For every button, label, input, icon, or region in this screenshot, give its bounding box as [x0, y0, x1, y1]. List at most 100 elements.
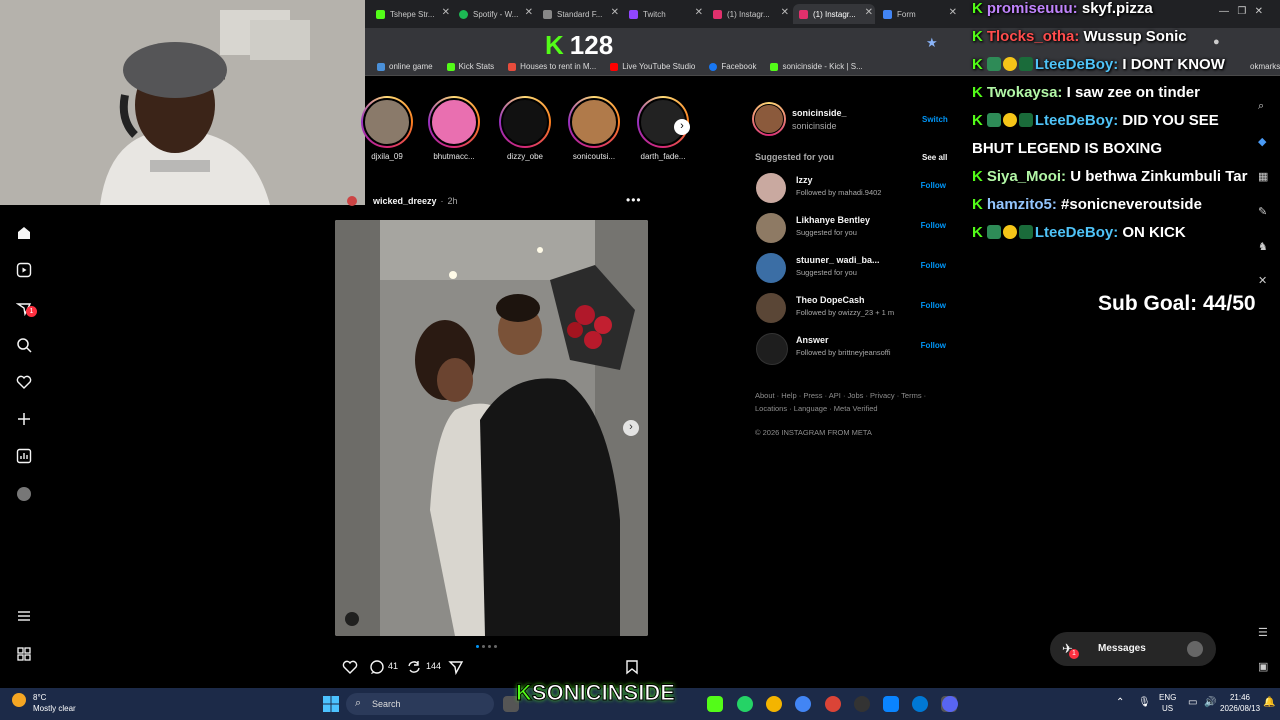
- clock-date[interactable]: 2026/08/13: [1220, 704, 1260, 713]
- chrome-profile-icon[interactable]: [795, 696, 811, 712]
- story-item[interactable]: dizzy_obe: [495, 96, 555, 161]
- messages-button[interactable]: ✈ 1 Messages: [1050, 632, 1216, 666]
- volume-icon[interactable]: 🔊: [1204, 697, 1216, 708]
- bookmark-item[interactable]: Live YouTube Studio: [610, 62, 695, 71]
- more-options-icon[interactable]: •••: [626, 193, 642, 207]
- account-username[interactable]: sonicinside_: [792, 108, 847, 118]
- apps-icon[interactable]: [14, 644, 34, 664]
- microphone-icon[interactable]: 🎙: [1138, 697, 1151, 708]
- browser-tab[interactable]: Form ✕: [877, 4, 959, 24]
- suggestion-avatar[interactable]: [756, 253, 786, 283]
- bookmark-item[interactable]: Kick Stats: [446, 62, 494, 71]
- tagged-user-icon[interactable]: [345, 612, 359, 626]
- account-avatar[interactable]: [752, 102, 786, 136]
- chat-message-continued: BHUT LEGEND IS BOXING: [972, 140, 1163, 157]
- follow-button[interactable]: Follow: [921, 181, 946, 190]
- suggestion-avatar[interactable]: [756, 213, 786, 243]
- notifications-icon[interactable]: 🔔: [1263, 697, 1275, 708]
- search-icon[interactable]: ⌕: [1258, 100, 1264, 113]
- tools-icon[interactable]: ◆: [1258, 135, 1266, 148]
- profile-icon[interactable]: ●: [1213, 36, 1220, 48]
- browser-tab[interactable]: (1) Instagr... ✕: [707, 4, 791, 24]
- like-icon[interactable]: [342, 659, 358, 680]
- app-icon[interactable]: [883, 696, 899, 712]
- comment-icon[interactable]: [369, 659, 385, 680]
- lang-region[interactable]: US: [1162, 704, 1173, 713]
- close-tab-icon[interactable]: ✕: [695, 7, 703, 18]
- bookmark-item[interactable]: online game: [377, 62, 433, 71]
- whatsapp-icon[interactable]: [737, 696, 753, 712]
- star-bookmark-icon[interactable]: ★: [926, 35, 938, 51]
- post-next-icon[interactable]: ›: [623, 420, 639, 436]
- games-icon[interactable]: ♞: [1258, 240, 1268, 253]
- close-tab-icon[interactable]: ✕: [442, 7, 450, 18]
- share-icon[interactable]: [448, 659, 464, 680]
- suggestion-avatar[interactable]: [756, 333, 788, 365]
- repost-icon[interactable]: [406, 659, 422, 680]
- menu-icon[interactable]: [14, 606, 34, 626]
- footer-links-2[interactable]: Locations · Language · Meta Verified: [755, 404, 878, 413]
- close-tab-icon[interactable]: ✕: [949, 7, 957, 18]
- suggestion-avatar[interactable]: [756, 293, 786, 323]
- obs-icon[interactable]: [854, 696, 870, 712]
- browser-tab[interactable]: Tshepe Str... ✕: [370, 4, 452, 24]
- close-tab-icon[interactable]: ✕: [525, 7, 533, 18]
- tray-chevron-icon[interactable]: ⌃: [1116, 697, 1124, 708]
- webcam-feed: [0, 0, 365, 205]
- story-item[interactable]: bhutmacc...: [424, 96, 484, 161]
- bookmark-item[interactable]: Facebook: [709, 62, 756, 71]
- network-icon[interactable]: ▭: [1188, 697, 1197, 708]
- collections-icon[interactable]: ▦: [1258, 170, 1268, 183]
- window-controls[interactable]: — ❐ ✕: [1219, 6, 1263, 17]
- home-icon[interactable]: [14, 223, 34, 243]
- chat-message: K Tlocks_otha: Wussup Sonic: [972, 28, 1187, 45]
- settings-icon[interactable]: ☰: [1258, 626, 1268, 639]
- search-icon[interactable]: [14, 335, 34, 355]
- see-all-link[interactable]: See all: [922, 153, 947, 162]
- browser-tab[interactable]: Standard F... ✕: [537, 4, 621, 24]
- kick-app-icon[interactable]: [707, 696, 723, 712]
- post-image[interactable]: ›: [335, 220, 648, 636]
- browser-tab-active[interactable]: (1) Instagr... ✕: [793, 4, 875, 24]
- dashboard-icon[interactable]: [14, 446, 34, 466]
- panel-expand-icon[interactable]: ▣: [1258, 660, 1268, 673]
- browser-tab[interactable]: Twitch ✕: [623, 4, 705, 24]
- story-item[interactable]: djxila_09: [357, 96, 417, 161]
- kick-badge-icon: K: [972, 168, 983, 185]
- close-tab-icon[interactable]: ✕: [781, 7, 789, 18]
- close-panel-icon[interactable]: ✕: [1258, 274, 1267, 287]
- chrome-profile-2-icon[interactable]: [825, 696, 841, 712]
- footer-links[interactable]: About · Help · Press · API · Jobs · Priv…: [755, 391, 926, 400]
- heart-icon[interactable]: [14, 372, 34, 392]
- save-icon[interactable]: [624, 659, 640, 680]
- messenger-icon[interactable]: 1: [14, 298, 37, 318]
- edge-icon[interactable]: [912, 696, 928, 712]
- switch-account-button[interactable]: Switch: [922, 115, 948, 124]
- discord-icon[interactable]: [942, 696, 958, 712]
- chrome-icon[interactable]: [766, 696, 782, 712]
- story-item[interactable]: sonicoutsi...: [564, 96, 624, 161]
- close-tab-icon[interactable]: ✕: [611, 7, 619, 18]
- bookmark-item[interactable]: sonicinside - Kick | S...: [770, 62, 863, 71]
- post-avatar[interactable]: [347, 196, 357, 206]
- profile-avatar-icon[interactable]: [14, 484, 34, 504]
- edit-icon[interactable]: ✎: [1258, 205, 1267, 218]
- clock-time[interactable]: 21:46: [1222, 693, 1258, 702]
- stories-next-icon[interactable]: ›: [674, 119, 690, 135]
- all-bookmarks[interactable]: okmarks: [1250, 62, 1280, 71]
- taskbar-search[interactable]: ⌕ Search: [346, 693, 494, 715]
- reels-icon[interactable]: [14, 260, 34, 280]
- follow-button[interactable]: Follow: [921, 221, 946, 230]
- browser-tab[interactable]: Spotify - W... ✕: [453, 4, 535, 24]
- follow-button[interactable]: Follow: [921, 301, 946, 310]
- lang-code[interactable]: ENG: [1159, 693, 1176, 702]
- suggestion-avatar[interactable]: [756, 173, 786, 203]
- windows-start-icon[interactable]: [323, 696, 339, 717]
- follow-button[interactable]: Follow: [921, 261, 946, 270]
- create-icon[interactable]: [14, 409, 34, 429]
- close-tab-icon[interactable]: ✕: [865, 7, 873, 18]
- follow-button[interactable]: Follow: [921, 341, 946, 350]
- bookmark-item[interactable]: Houses to rent in M...: [508, 62, 596, 71]
- weather-icon[interactable]: [12, 693, 26, 707]
- post-username[interactable]: wicked_dreezy: [373, 196, 437, 206]
